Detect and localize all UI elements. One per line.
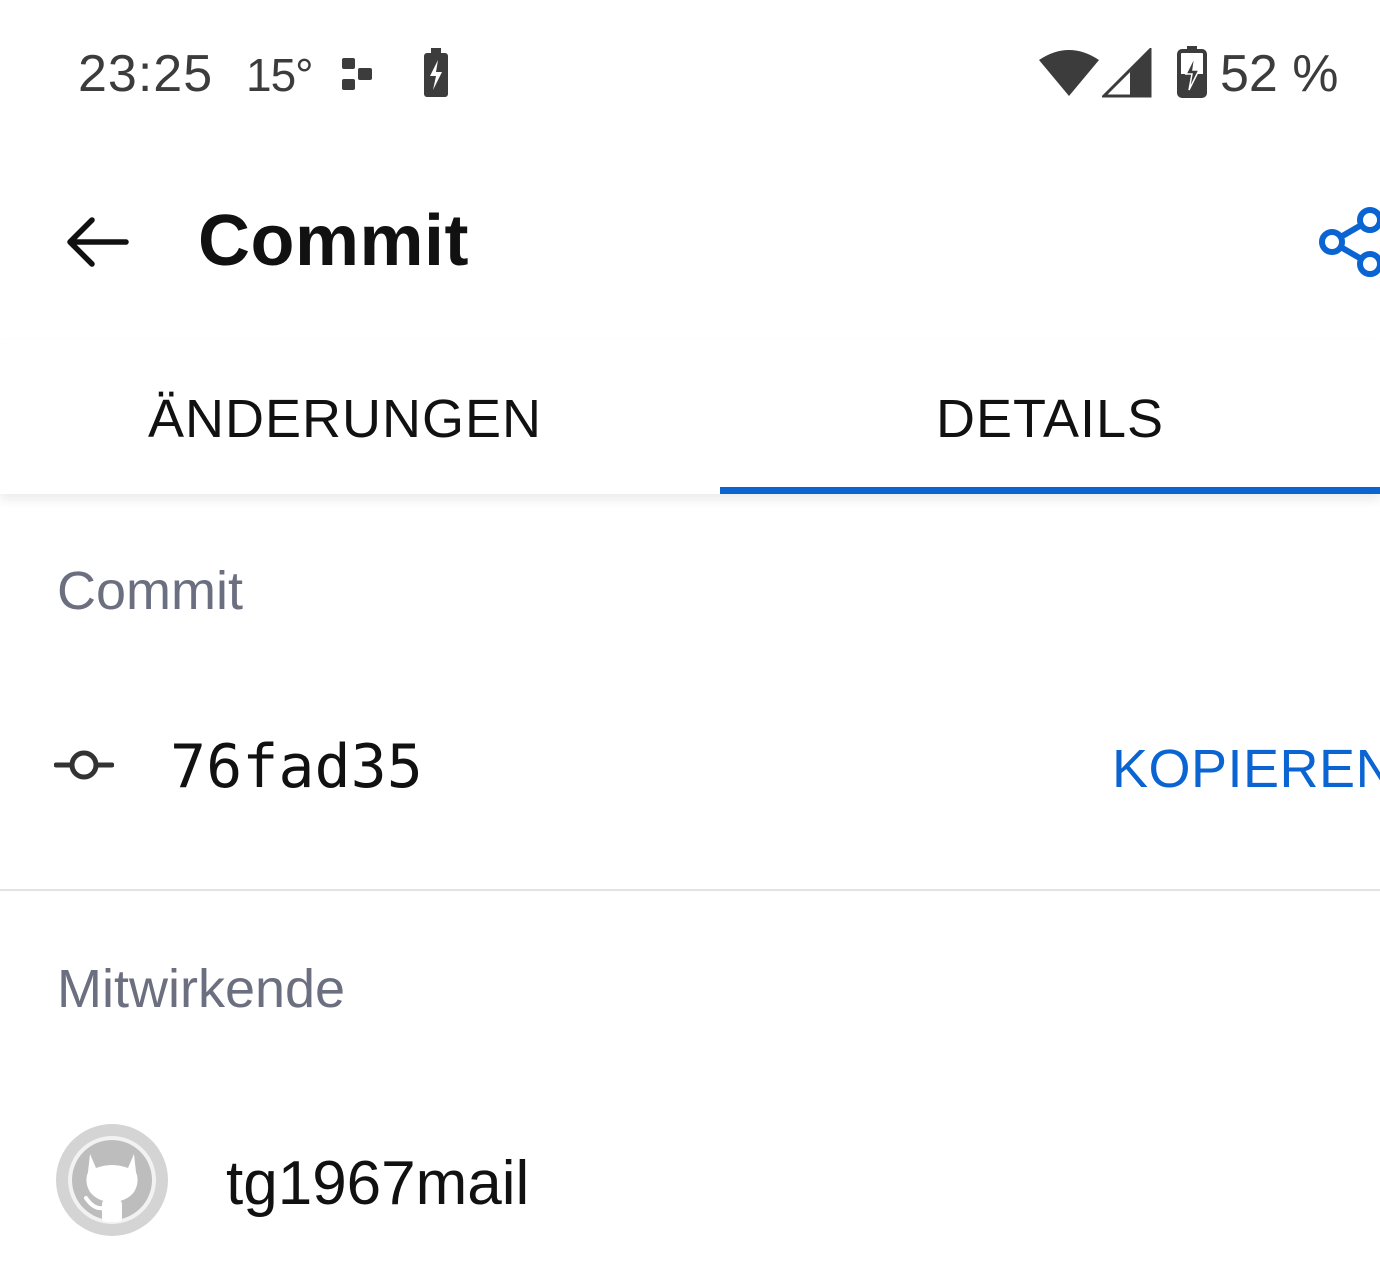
- share-button[interactable]: [1312, 202, 1380, 282]
- status-temperature: 15°: [246, 49, 314, 101]
- cell-signal-icon: [1102, 48, 1152, 98]
- status-time: 23:25: [78, 45, 214, 103]
- battery-charging-small-icon: [424, 48, 448, 97]
- tab-details-label: DETAILS: [935, 389, 1165, 449]
- status-bar: 23:25 15° 52 %: [0, 0, 1380, 150]
- tab-selected-indicator: [720, 487, 1380, 494]
- share-icon: [1319, 207, 1380, 277]
- app-bar: Commit: [0, 150, 1380, 340]
- contributor-name: tg1967mail: [226, 1149, 530, 1218]
- navigation-icon: [342, 58, 372, 90]
- github-octocat-avatar: [56, 1124, 168, 1236]
- battery-percentage: 52 %: [1220, 45, 1339, 103]
- tab-bar: ÄNDERUNGEN DETAILS: [0, 340, 1380, 494]
- back-button[interactable]: [56, 200, 140, 284]
- tab-changes-label: ÄNDERUNGEN: [147, 389, 543, 449]
- commit-section-label: Commit: [57, 561, 243, 621]
- arrow-left-icon: [67, 217, 129, 267]
- contributor-item[interactable]: tg1967mail: [0, 1110, 1380, 1250]
- commit-row: 76fad35 KOPIEREN: [0, 690, 1380, 850]
- contributors-section-label: Mitwirkende: [57, 959, 346, 1019]
- wifi-icon: [1039, 50, 1099, 96]
- divider: [0, 889, 1380, 891]
- git-commit-icon: [54, 750, 114, 780]
- commit-hash: 76fad35: [170, 732, 423, 802]
- tab-changes[interactable]: ÄNDERUNGEN: [0, 340, 690, 494]
- copy-button[interactable]: KOPIEREN: [1112, 738, 1380, 800]
- battery-charging-icon: [1177, 46, 1207, 98]
- page-title: Commit: [198, 201, 469, 281]
- tab-details[interactable]: DETAILS: [720, 340, 1380, 494]
